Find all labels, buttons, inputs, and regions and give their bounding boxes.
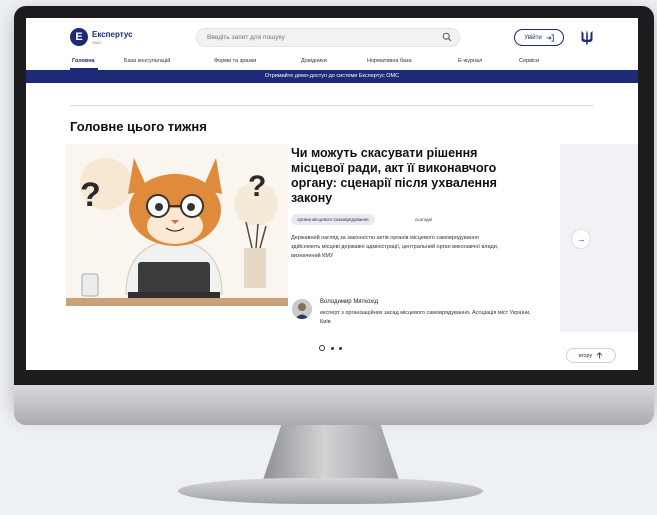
svg-text:?: ? <box>248 170 266 203</box>
carousel-next-button[interactable]: → <box>571 229 591 249</box>
login-icon <box>546 33 554 42</box>
demo-banner[interactable]: Отримайте демо-доступ до системи Експерт… <box>26 70 638 83</box>
nav-item-home[interactable]: Головна <box>72 58 95 64</box>
arrow-right-icon: → <box>576 234 586 244</box>
article-date: сьогодні <box>415 217 433 222</box>
nav-item-regulatory[interactable]: Нормативна база <box>367 58 412 64</box>
author-avatar <box>292 299 312 319</box>
article-title[interactable]: Чи можуть скасувати рішення місцевої рад… <box>291 146 523 206</box>
main-nav: Головна База консультацій Форми та зразк… <box>26 56 638 70</box>
carousel-dot-3[interactable] <box>339 347 342 350</box>
scroll-to-top-label: вгору <box>578 352 593 359</box>
nav-item-ejournal[interactable]: Е-журнал <box>458 58 482 64</box>
author-role: експерт з організаційних засад місцевого… <box>320 310 531 325</box>
site-header: Е Експертус ОМС Увійти <box>26 18 638 56</box>
carousel-dot-2[interactable] <box>331 347 334 350</box>
nav-item-references[interactable]: Довідники <box>301 58 327 64</box>
search-icon[interactable] <box>442 32 452 42</box>
monitor-stand-neck <box>262 425 400 483</box>
article-summary: Державний нагляд за законністю актів орг… <box>291 235 499 259</box>
monitor-stand-base <box>178 478 483 504</box>
login-label: Увійти <box>524 34 542 41</box>
cat-laptop-illustration[interactable]: ? ? <box>66 144 288 306</box>
logo-subtitle: ОМС <box>92 40 102 45</box>
svg-text:?: ? <box>80 176 101 214</box>
section-divider <box>70 105 593 106</box>
article-tag[interactable]: органи місцевого самоврядування <box>291 214 375 225</box>
monitor-screen: Е Експертус ОМС Увійти Головна База конс… <box>26 18 638 370</box>
logo-brand[interactable]: Експертус <box>92 30 133 39</box>
monitor-chin <box>14 385 654 425</box>
carousel-dot-1[interactable] <box>319 345 325 351</box>
author-name[interactable]: Володимир Мяткохід <box>320 299 378 305</box>
nav-item-forms[interactable]: Форми та зразки <box>214 58 256 64</box>
section-title: Головне цього тижня <box>70 119 207 134</box>
login-button[interactable]: Увійти <box>514 29 564 46</box>
logo-icon[interactable]: Е <box>70 28 88 46</box>
arrow-up-icon <box>597 352 603 359</box>
nav-item-consultations[interactable]: База консультацій <box>124 58 170 64</box>
trident-icon <box>581 30 593 45</box>
scroll-to-top-button[interactable]: вгору <box>566 348 616 363</box>
nav-item-services[interactable]: Сервіси <box>519 58 539 64</box>
search-input[interactable] <box>196 28 460 47</box>
